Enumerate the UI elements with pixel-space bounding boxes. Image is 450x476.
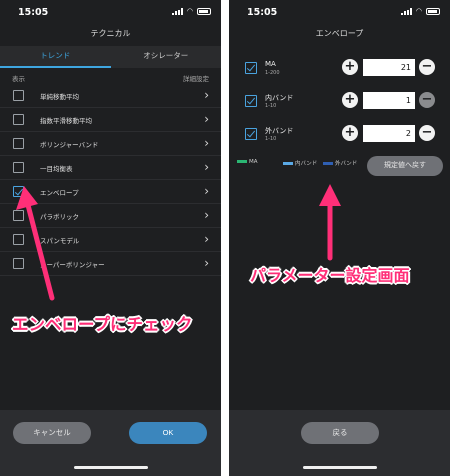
annotation-parameter-screen: パラメーター設定画面 <box>250 266 410 285</box>
arrow-left <box>16 186 55 301</box>
arrow-right <box>319 184 341 261</box>
annotation-arrows <box>16 184 341 301</box>
annotation-check-envelope: エンベロープにチェック <box>12 315 193 334</box>
screenshot-stage: 15:05 ◠ テクニカル トレンド オシレーター 表示 詳細設定 単純移動平均… <box>0 0 450 476</box>
